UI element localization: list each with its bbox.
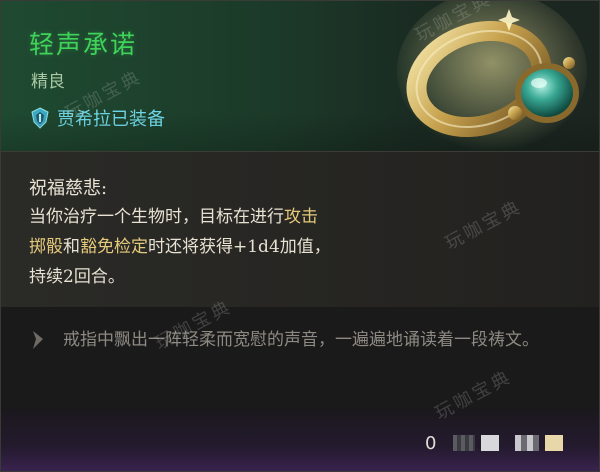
passive-text: 当你治疗一个生物时，目标在进行 <box>29 207 284 227</box>
passive-line-2: 掷骰和豁免检定时还将获得+1d4加值， <box>29 232 449 262</box>
tooltip-footer: 0 <box>1 407 599 471</box>
passive-line-3: 持续2回合。 <box>29 267 125 287</box>
quill-icon <box>33 331 43 349</box>
passive-text: 和 <box>63 237 80 257</box>
redacted-block <box>453 435 475 451</box>
item-description: 祝福慈悲: 当你治疗一个生物时，目标在进行攻击 掷骰和豁免检定时还将获得+1d4… <box>1 151 599 308</box>
equipped-by-label: 贾希拉已装备 <box>57 109 165 130</box>
flavor-section: 戒指中飘出一阵轻柔而宽慰的声音，一遍遍地诵读着一段祷文。 <box>1 307 599 407</box>
keyword-roll[interactable]: 掷骰 <box>29 237 63 257</box>
passive-line-1: 当你治疗一个生物时，目标在进行攻击 <box>29 202 449 232</box>
equipped-status: 贾希拉已装备 <box>31 105 165 131</box>
keyword-saving-throw[interactable]: 豁免检定 <box>80 237 148 257</box>
redacted-block <box>545 435 563 451</box>
redacted-block <box>481 435 499 451</box>
flavor-text: 戒指中飘出一阵轻柔而宽慰的声音，一遍遍地诵读着一段祷文。 <box>63 330 539 350</box>
ring-artwork <box>397 1 587 151</box>
passive-title: 祝福慈悲: <box>29 178 108 199</box>
redacted-block <box>515 435 539 451</box>
keyword-attack[interactable]: 攻击 <box>284 207 318 227</box>
shield-crest-icon <box>31 107 49 129</box>
passive-text: 时还将获得+1d4加值， <box>148 237 331 257</box>
item-rarity: 精良 <box>31 72 65 92</box>
item-tooltip: 轻声承诺 精良 贾希拉已装备 祝福慈悲: 当你治疗一个生物时，目标在进行攻击 掷… <box>0 0 600 472</box>
passive-body: 当你治疗一个生物时，目标在进行攻击 掷骰和豁免检定时还将获得+1d4加值， 持续… <box>29 202 449 292</box>
item-name: 轻声承诺 <box>29 30 138 59</box>
item-value: 0 <box>425 433 437 454</box>
